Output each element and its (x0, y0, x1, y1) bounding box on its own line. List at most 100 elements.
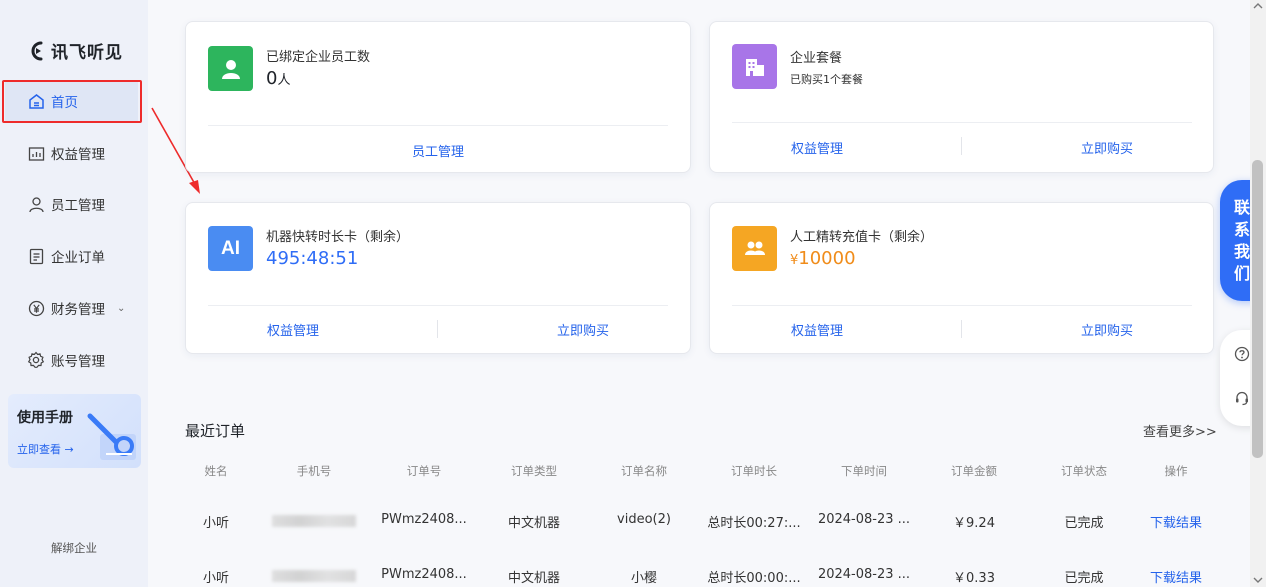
gear-icon (27, 351, 45, 369)
card-divider (732, 122, 1192, 123)
cell-status: 已完成 (1064, 516, 1104, 531)
cell-phone-redacted (272, 515, 356, 527)
sidebar-item-label: 企业订单 (51, 250, 105, 266)
cell-name: 小听 (202, 571, 229, 586)
sidebar-item-label: 权益管理 (51, 147, 105, 163)
cell-order-no: PWmz2408... (381, 512, 467, 527)
recent-orders-title: 最近订单 (185, 422, 246, 440)
human-buy-link[interactable]: 立即购买 (1022, 320, 1192, 339)
cell-order-no: PWmz2408... (381, 567, 467, 582)
chart-icon (27, 144, 45, 162)
package-buy-link[interactable]: 立即购买 (1022, 138, 1192, 157)
sidebar-item-label: 财务管理 (51, 302, 105, 318)
sidebar-item-label: 账号管理 (51, 354, 105, 370)
column-header-order-name: 订单名称 (621, 464, 667, 478)
sidebar-item-orders[interactable]: 企业订单 (0, 236, 148, 276)
sidebar-item-account[interactable]: 账号管理 (0, 340, 148, 380)
balance-value: 10000 (798, 248, 856, 269)
scrollbar-thumb[interactable] (1252, 160, 1263, 458)
link-separator (961, 137, 962, 155)
download-result-link[interactable]: 下载结果 (1142, 512, 1210, 531)
user-manual-banner[interactable]: 使用手册 立即查看 → (8, 394, 141, 468)
question-icon[interactable] (1232, 344, 1252, 364)
package-card-title: 企业套餐 (790, 51, 843, 66)
logo-text: 讯飞听见 (51, 43, 123, 63)
column-header-time: 下单时间 (841, 464, 887, 478)
sidebar-item-employees[interactable]: 员工管理 (0, 184, 148, 224)
employee-management-link[interactable]: 员工管理 (208, 141, 668, 160)
manual-illustration-icon (87, 413, 136, 460)
human-transcribe-card: 人工精转充值卡（剩余） ¥10000 权益管理 立即购买 (709, 202, 1214, 354)
employees-card-title: 已绑定企业员工数 (266, 50, 371, 65)
ai-icon-text: AI (221, 237, 240, 259)
contact-char: 联 (1233, 197, 1250, 217)
employees-count-unit: 人 (277, 73, 291, 88)
chevron-down-icon: ⌄ (117, 302, 126, 314)
package-benefits-link[interactable]: 权益管理 (732, 138, 902, 157)
logo[interactable]: 讯飞听见 (27, 38, 123, 63)
card-divider (208, 125, 668, 126)
machine-remaining-time: 495:48:51 (266, 248, 359, 269)
document-icon (27, 247, 45, 265)
vertical-scrollbar[interactable] (1250, 0, 1266, 587)
cell-time: 2024-08-23 ... (817, 567, 911, 582)
scroll-up-arrow-icon[interactable] (1253, 2, 1263, 10)
sidebar-item-home[interactable]: 首页 (5, 81, 138, 121)
headset-icon[interactable] (1232, 388, 1252, 408)
human-card-title: 人工精转充值卡（剩余） (790, 230, 934, 245)
column-header-action: 操作 (1164, 464, 1188, 478)
column-header-order-type: 订单类型 (511, 464, 557, 478)
person-icon (208, 46, 253, 91)
link-separator (437, 320, 438, 338)
sidebar-item-finance[interactable]: 财务管理 ⌄ (0, 288, 148, 328)
machine-benefits-link[interactable]: 权益管理 (208, 320, 378, 339)
column-header-amount: 订单金额 (951, 464, 997, 478)
cell-phone-redacted (272, 570, 356, 582)
cell-status: 已完成 (1064, 571, 1104, 586)
user-icon (27, 195, 45, 213)
contact-char: 我 (1233, 241, 1250, 261)
link-separator (961, 320, 962, 338)
machine-transcribe-card: AI 机器快转时长卡（剩余） 495:48:51 权益管理 立即购买 (185, 202, 691, 354)
manual-view-link[interactable]: 立即查看 → (17, 441, 74, 457)
cell-amount: ￥9.24 (953, 516, 995, 531)
column-header-name: 姓名 (204, 464, 228, 478)
scroll-down-arrow-icon[interactable] (1253, 576, 1263, 584)
unbind-enterprise-link[interactable]: 解绑企业 (0, 540, 148, 556)
human-benefits-link[interactable]: 权益管理 (732, 320, 902, 339)
sidebar: 讯飞听见 首页 权益管理 员工管理 企业订单 财务管理 ⌄ 账号管理 使用手册 … (0, 0, 148, 587)
cell-duration: 总时长00:00:... (707, 571, 801, 586)
contact-char: 们 (1233, 263, 1250, 283)
column-header-duration: 订单时长 (731, 464, 777, 478)
card-divider (208, 305, 668, 306)
column-header-status: 订单状态 (1061, 464, 1107, 478)
column-header-phone: 手机号 (296, 464, 332, 478)
employees-card: 已绑定企业员工数 0人 员工管理 (185, 21, 691, 173)
machine-buy-link[interactable]: 立即购买 (498, 320, 668, 339)
contact-char: 系 (1233, 219, 1250, 239)
sidebar-item-label: 首页 (51, 95, 78, 111)
home-icon (27, 92, 45, 110)
building-icon (732, 44, 777, 89)
logo-icon (31, 41, 43, 60)
employees-count: 0人 (266, 68, 290, 89)
cell-order-type: 中文机器 (507, 571, 560, 586)
cell-duration: 总时长00:27:... (707, 516, 801, 531)
machine-card-title: 机器快转时长卡（剩余） (266, 230, 410, 245)
yen-icon (27, 299, 45, 317)
sidebar-item-benefits[interactable]: 权益管理 (0, 133, 148, 173)
package-count-text: 已购买1个套餐 (790, 73, 863, 86)
column-header-order-no: 订单号 (406, 464, 442, 478)
view-more-link[interactable]: 查看更多>> (1143, 421, 1217, 440)
sidebar-item-label: 员工管理 (51, 198, 105, 214)
ai-icon: AI (208, 226, 253, 271)
cell-order-type: 中文机器 (507, 516, 560, 531)
human-remaining-balance: ¥10000 (790, 248, 856, 269)
manual-title: 使用手册 (17, 410, 73, 426)
download-result-link[interactable]: 下载结果 (1142, 567, 1210, 586)
cell-order-name: 小樱 (630, 571, 657, 586)
cell-name: 小听 (202, 516, 229, 531)
cell-order-name: video(2) (617, 512, 671, 527)
cell-time: 2024-08-23 ... (817, 512, 911, 527)
group-icon (732, 226, 777, 271)
